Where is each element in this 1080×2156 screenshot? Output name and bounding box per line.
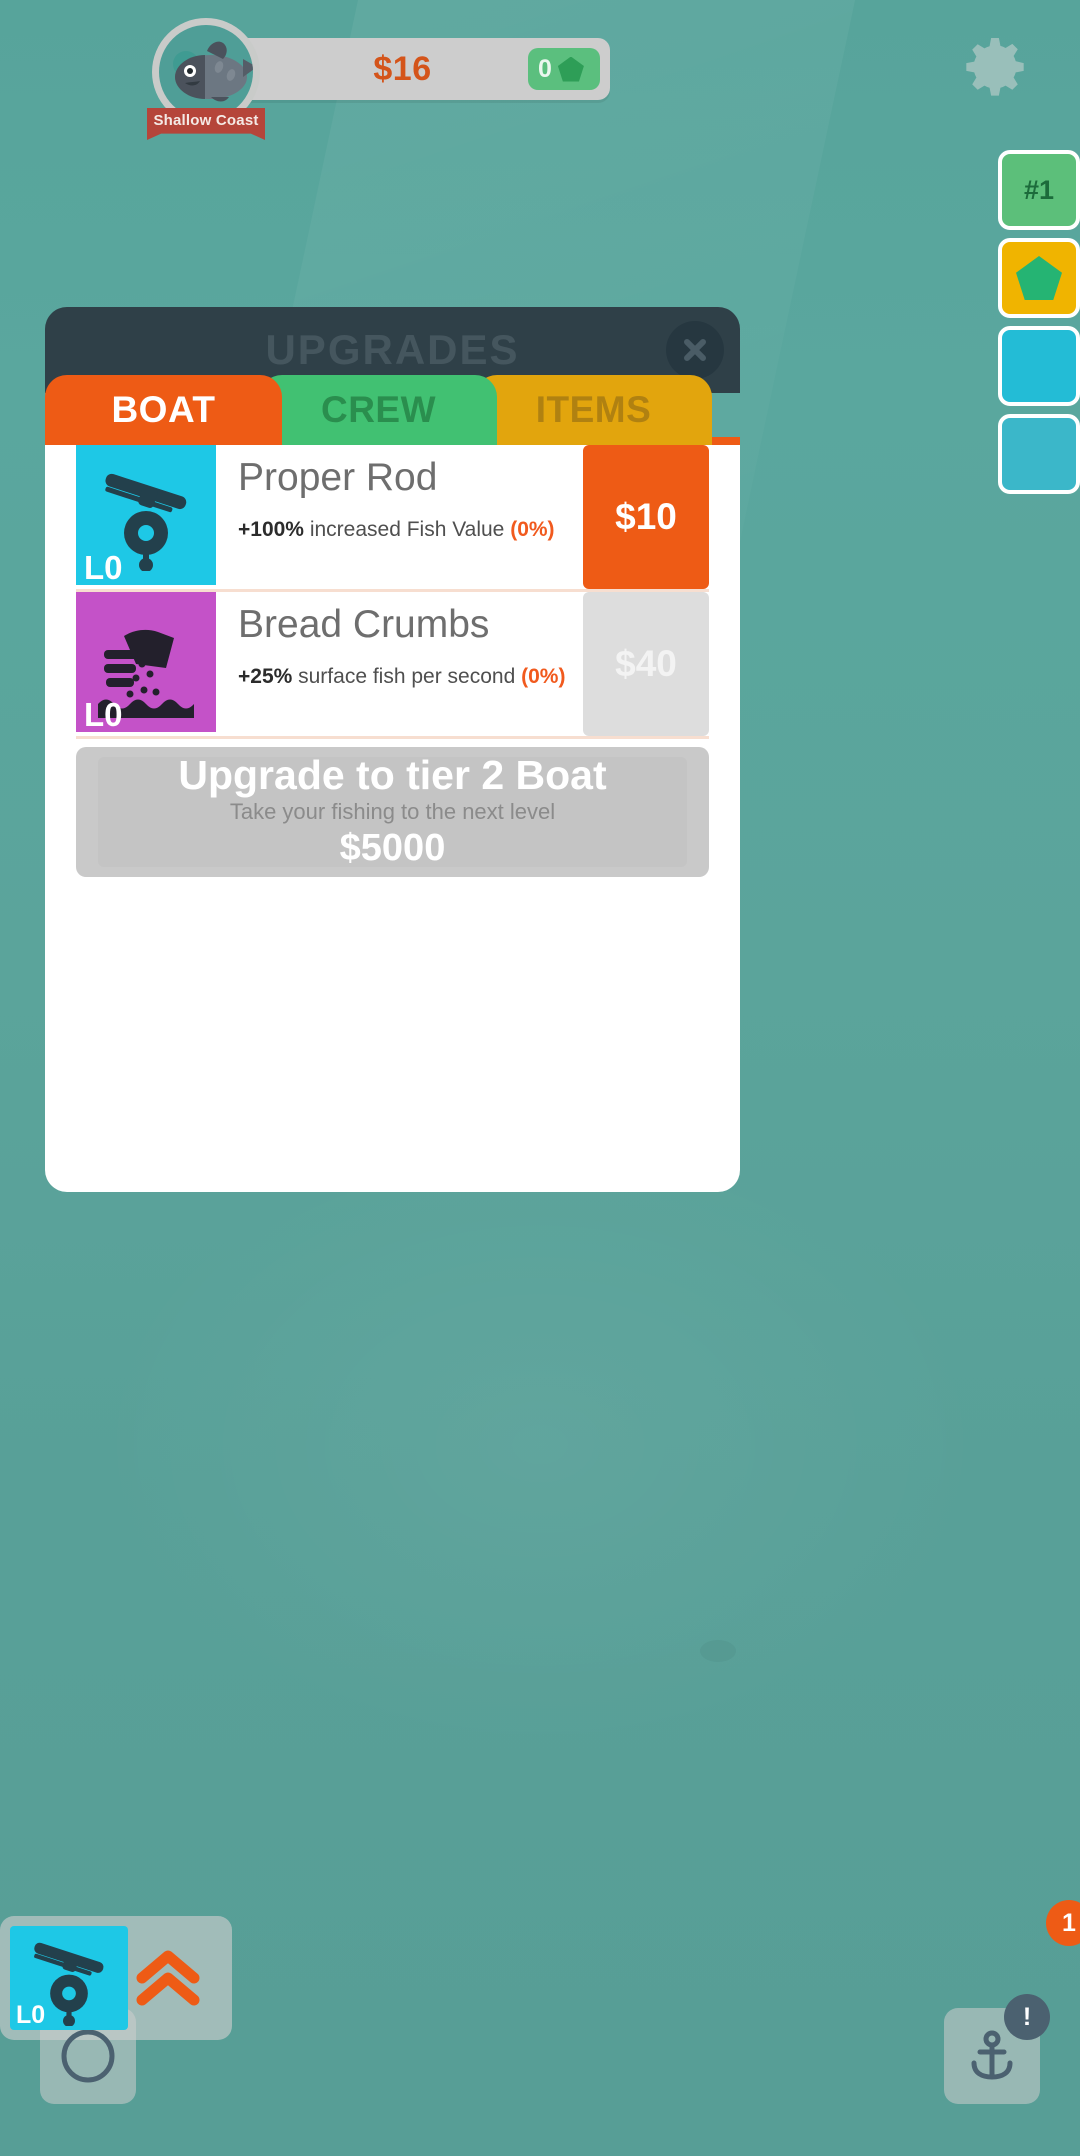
status-badge: 1 [1046,1900,1080,1946]
top-bar: $16 0 Shallow Coast [0,0,1080,150]
upgrade-icon-tile: L0 [76,592,216,733]
tier-price: $5000 [339,827,446,870]
upgrade-price: $10 [615,496,677,537]
close-button[interactable] [666,321,724,379]
buy-button[interactable]: $40 [583,592,709,736]
upgrade-info: Proper Rod +100% increased Fish Value (0… [216,445,583,589]
gem-icon [1016,256,1062,300]
upgrade-name: Bread Crumbs [238,603,490,646]
tab-boat[interactable]: BOAT [45,375,282,445]
fish-portrait-icon [175,41,253,102]
zone-name-label: Shallow Coast [153,112,259,129]
anchor-icon [971,2030,1013,2080]
buy-button[interactable]: $10 [583,445,709,589]
water-glow [86,1121,994,1768]
page-title: UPGRADES [265,326,520,373]
upgrade-bonus: +25% [238,664,293,688]
gem-amount: 0 [538,54,552,83]
rail-button-gems[interactable] [998,238,1080,318]
upgrade-description: +100% increased Fish Value (0%) [238,518,583,542]
gear-icon[interactable] [964,36,1026,98]
double-chevron-up-icon [136,1950,200,2006]
tier-upgrade-button[interactable]: Upgrade to tier 2 Boat Take your fishing… [76,747,709,877]
rank-label: #1 [1023,174,1055,205]
tab-items[interactable]: ITEMS [475,375,712,445]
zone-portrait[interactable]: Shallow Coast [147,18,265,140]
rod-upgrade-button[interactable]: L0 1 [0,1900,1080,2040]
tab-crew[interactable]: CREW [260,375,497,445]
upgrade-progress: (0%) [510,517,555,541]
tab-items-label: ITEMS [535,389,652,430]
zone-name-banner: Shallow Coast [147,108,265,140]
rail-button-four[interactable] [998,414,1080,494]
tier-banner-text: Upgrade to tier 2 Boat Take your fishing… [178,751,607,870]
upgrade-info: Bread Crumbs +25% surface fish per secon… [216,592,583,736]
upgrade-name: Proper Rod [238,456,438,499]
upgrade-level: L0 [84,696,123,733]
rail-button-rank[interactable]: #1 [998,150,1080,230]
portrait-inner [159,25,253,119]
tier-title: Upgrade to tier 2 Boat [178,751,607,798]
anchor-button[interactable]: ! [944,1994,1050,2104]
upgrade-desc-text: increased Fish Value [303,517,511,541]
rod-level-label: L0 [16,2001,46,2029]
upgrade-bonus: +100% [238,517,304,541]
table-row[interactable]: L0 Bread Crumbs +25% surface fish per se… [76,592,709,739]
upgrade-icon-tile: L0 [76,445,216,586]
upgrade-desc-text: surface fish per second [292,664,522,688]
bottom-bar: L0 1 ! [0,1900,1080,2156]
gem-icon [557,56,584,82]
upgrade-description: +25% surface fish per second (0%) [238,665,583,689]
tab-bar: BOAT CREW ITEMS [45,375,740,445]
tab-boat-label: BOAT [111,389,216,430]
money-amount: $16 [373,49,432,88]
rod-icon-tile: L0 [10,1926,128,2030]
right-rail: #1 [994,150,1080,502]
upgrades-modal: UPGRADES BOAT CREW ITEMS L0 Proper Rod +… [45,307,740,1192]
tab-crew-label: CREW [320,389,437,430]
table-row[interactable]: L0 Proper Rod +100% increased Fish Value… [76,445,709,592]
status-badge: ! [1004,1994,1050,2040]
close-icon [684,339,706,361]
upgrades-panel: L0 Proper Rod +100% increased Fish Value… [45,437,740,1192]
upgrade-progress: (0%) [521,664,566,688]
rail-button-three[interactable] [998,326,1080,406]
gem-counter[interactable]: 0 [528,48,600,90]
compass-icon [61,2029,115,2083]
background-fish [700,1640,736,1662]
upgrade-level: L0 [84,549,123,586]
upgrade-price: $40 [615,643,677,684]
tier-subtitle: Take your fishing to the next level [229,799,556,825]
